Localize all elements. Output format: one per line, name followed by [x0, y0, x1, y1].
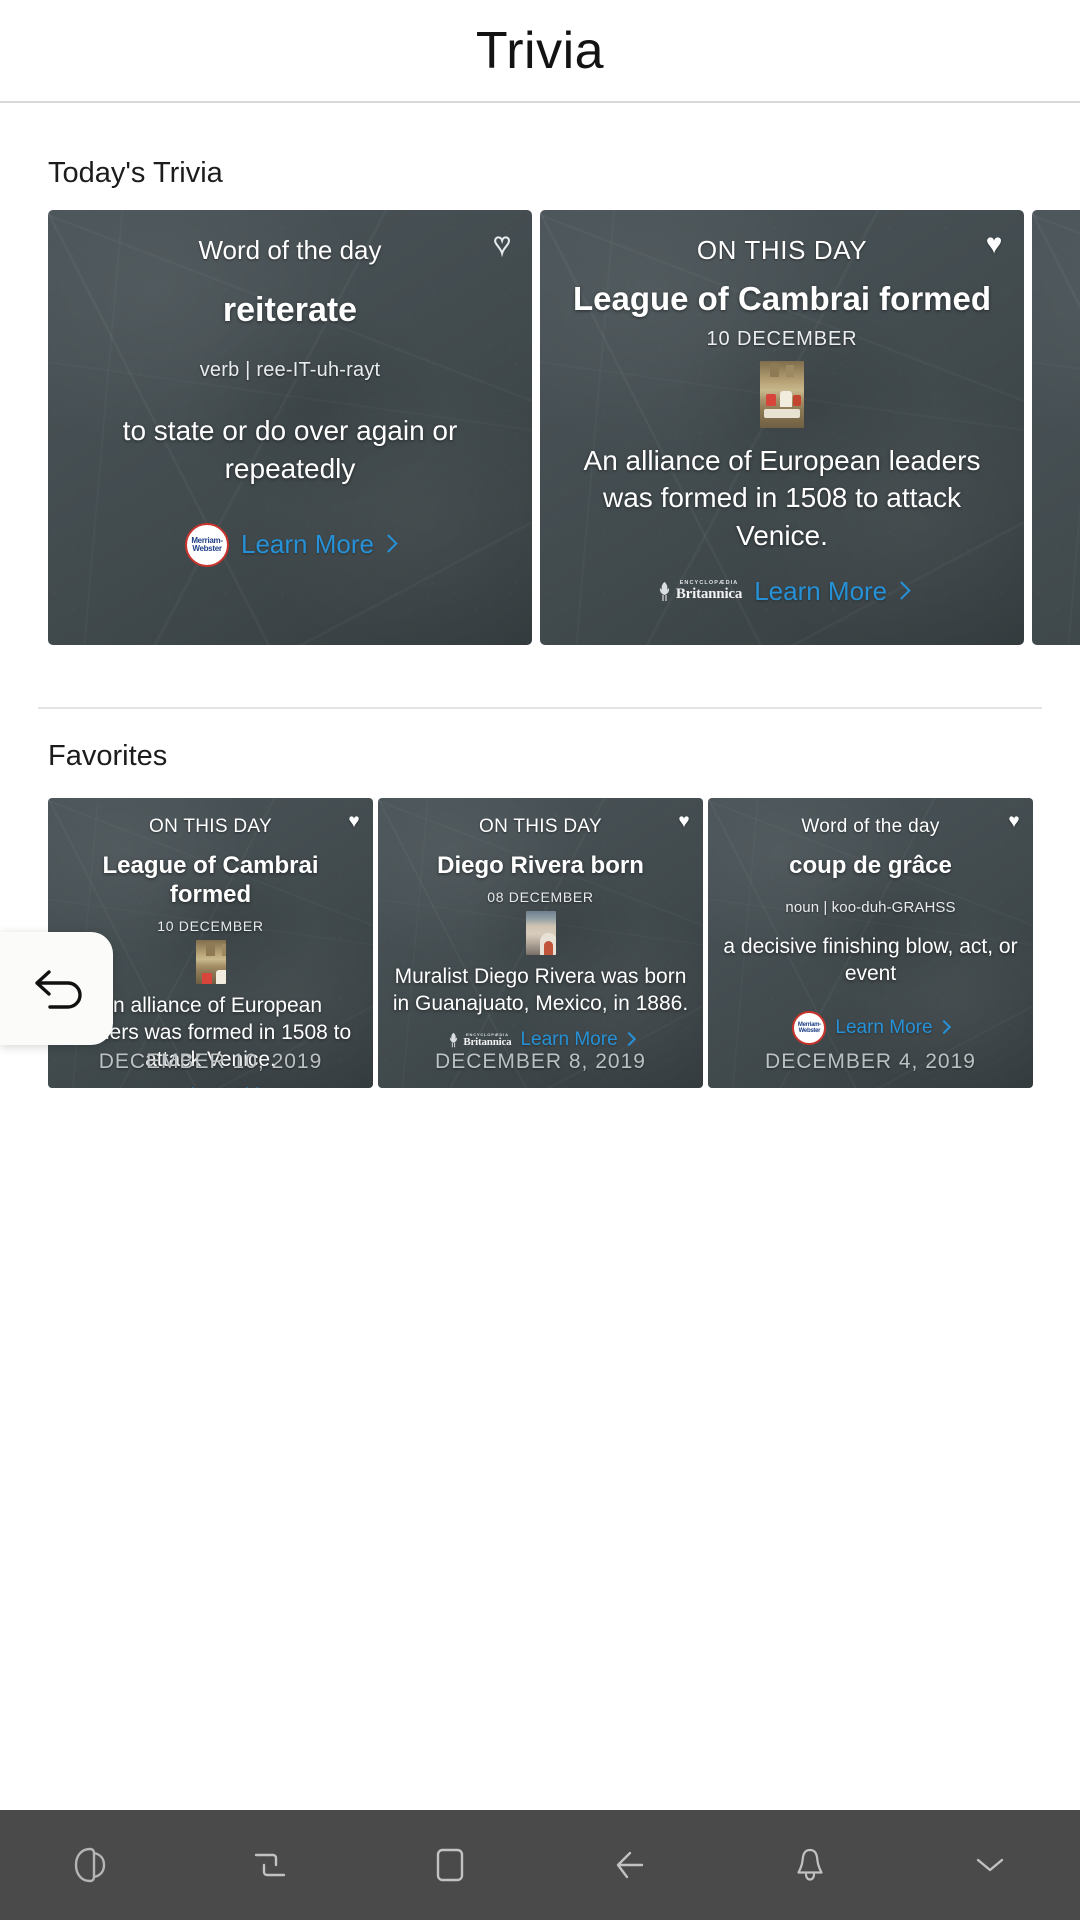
merriam-webster-logo-icon: Merriam- Webster	[185, 522, 230, 567]
saved-date-stamp: DECEMBER 10, 2019	[98, 1050, 323, 1073]
card-body: Muralist Diego Rivera was born in Guanaj…	[392, 964, 689, 1016]
favorite-card-coup-de-grace[interactable]: ♥ Word of the day coup de grâce noun | k…	[708, 798, 1033, 1088]
britannica-logo-icon: ENCYCLOPÆDIA Britannica	[447, 1032, 512, 1048]
learn-more-label: Learn More	[520, 1029, 618, 1051]
system-navigation-bar	[0, 1810, 1080, 1920]
card-definition: a decisive finishing blow, act, or event	[723, 934, 1018, 986]
notifications-bell-icon	[797, 1848, 823, 1881]
nav-recents-button[interactable]	[180, 1810, 360, 1920]
heart-outline-icon: ♥	[493, 228, 512, 259]
chevron-right-icon	[936, 1020, 951, 1035]
learn-more-label: Learn More	[190, 1085, 287, 1088]
favorite-toggle-button[interactable]: ♥	[339, 806, 369, 836]
britannica-wordmark: Britannica	[463, 1035, 512, 1048]
card-title: Diego Rivera born	[437, 852, 644, 879]
card-kicker: ON THIS DAY	[149, 816, 272, 837]
learn-more-link[interactable]: Learn More	[241, 529, 398, 560]
trivia-card-next-partial[interactable]	[1032, 210, 1080, 645]
chevron-right-icon	[892, 581, 911, 600]
nav-home-button[interactable]	[360, 1810, 540, 1920]
heart-filled-icon: ♥	[1008, 810, 1020, 832]
card-kicker: ON THIS DAY	[479, 816, 602, 837]
card-word: reiterate	[222, 291, 358, 330]
card-word: coup de grâce	[789, 852, 952, 879]
learn-more-link[interactable]: Learn More	[754, 575, 911, 607]
favorite-toggle-button[interactable]: ♥	[669, 806, 699, 836]
learn-more-link[interactable]: Learn More	[835, 1017, 951, 1039]
learn-more-label: Learn More	[835, 1017, 933, 1039]
page-title: Trivia	[475, 21, 605, 80]
nav-back-button[interactable]	[540, 1810, 720, 1920]
heart-filled-icon: ♥	[348, 810, 360, 832]
heart-filled-icon: ♥	[678, 810, 690, 832]
merriam-webster-logo-icon: Merriam- Webster	[792, 1011, 827, 1046]
favorite-card-diego-rivera[interactable]: ♥ ON THIS DAY Diego Rivera born 08 DECEM…	[378, 798, 703, 1088]
saved-date-stamp: DECEMBER 4, 2019	[765, 1050, 976, 1073]
card-date: 10 DECEMBER	[157, 917, 264, 934]
favorite-toggle-button[interactable]: ♥	[974, 224, 1014, 264]
app-header: Trivia	[0, 0, 1080, 103]
favorite-toggle-button[interactable]: ♥	[482, 224, 522, 264]
britannica-logo-icon: ENCYCLOPÆDIA Britannica	[656, 581, 742, 602]
learn-more-label: Learn More	[241, 529, 374, 560]
card-kicker: ON THIS DAY	[696, 235, 868, 265]
card-title: League of Cambrai formed	[572, 280, 992, 318]
card-footer: Merriam- Webster Learn More	[68, 522, 512, 567]
card-body: An alliance of European leaders was form…	[583, 445, 981, 551]
home-icon	[436, 1848, 464, 1882]
section-divider	[38, 707, 1042, 709]
mw-logo-line-2: Webster	[798, 1028, 821, 1035]
favorite-toggle-button[interactable]: ♥	[999, 806, 1029, 836]
recent-apps-icon	[254, 1853, 286, 1877]
chevron-down-icon	[976, 1858, 1004, 1872]
back-arrow-gesture-icon	[34, 969, 82, 1009]
chevron-right-icon	[621, 1032, 636, 1047]
favorites-carousel[interactable]: ♥ ON THIS DAY League of Cambrai formed 1…	[0, 798, 1080, 1088]
nav-notifications-button[interactable]	[720, 1810, 900, 1920]
card-date: 08 DECEMBER	[487, 888, 594, 905]
chevron-right-icon	[379, 534, 398, 553]
event-thumbnail-image	[525, 910, 556, 955]
card-pronunciation: noun | koo-duh-GRAHSS	[785, 898, 956, 916]
britannica-wordmark: Britannica	[675, 585, 743, 602]
nav-hide-bar-button[interactable]	[900, 1810, 1080, 1920]
event-thumbnail-image	[760, 361, 804, 429]
trivia-card-word-of-the-day[interactable]: ♥ Word of the day reiterate verb | ree-I…	[48, 210, 532, 645]
mw-logo-line-2: Webster	[192, 543, 222, 553]
back-gesture-overlay[interactable]	[0, 932, 113, 1045]
card-footer: ENCYCLOPÆDIA Britannica Learn More	[560, 576, 1004, 607]
todays-trivia-carousel[interactable]: ♥ Word of the day reiterate verb | ree-I…	[0, 210, 1080, 645]
back-icon	[616, 1851, 644, 1879]
card-footer: Merriam- Webster Learn More	[722, 1011, 1019, 1046]
card-pronunciation: verb | ree-IT-uh-rayt	[199, 359, 381, 382]
card-kicker: Word of the day	[198, 235, 382, 265]
learn-more-link[interactable]: Learn More	[190, 1085, 303, 1088]
card-footer: ENCYCLOPÆDIA Britannica Learn More	[62, 1085, 359, 1088]
card-title: League of Cambrai formed	[102, 852, 319, 908]
heart-filled-icon: ♥	[985, 228, 1003, 259]
saved-date-stamp: DECEMBER 8, 2019	[435, 1050, 646, 1073]
card-kicker: Word of the day	[801, 816, 940, 837]
card-date: 10 DECEMBER	[706, 328, 858, 351]
bixby-icon	[74, 1847, 106, 1883]
card-definition: to state or do over again or repeatedly	[122, 415, 458, 484]
todays-trivia-heading: Today's Trivia	[48, 157, 223, 189]
learn-more-label: Learn More	[754, 575, 888, 606]
favorites-heading: Favorites	[48, 740, 168, 772]
trivia-card-on-this-day[interactable]: ♥ ON THIS DAY League of Cambrai formed 1…	[540, 210, 1024, 645]
card-footer: ENCYCLOPÆDIA Britannica Learn More	[392, 1029, 689, 1051]
event-thumbnail-image	[195, 939, 226, 984]
nav-bixby-button[interactable]	[0, 1810, 180, 1920]
learn-more-link[interactable]: Learn More	[520, 1029, 636, 1051]
